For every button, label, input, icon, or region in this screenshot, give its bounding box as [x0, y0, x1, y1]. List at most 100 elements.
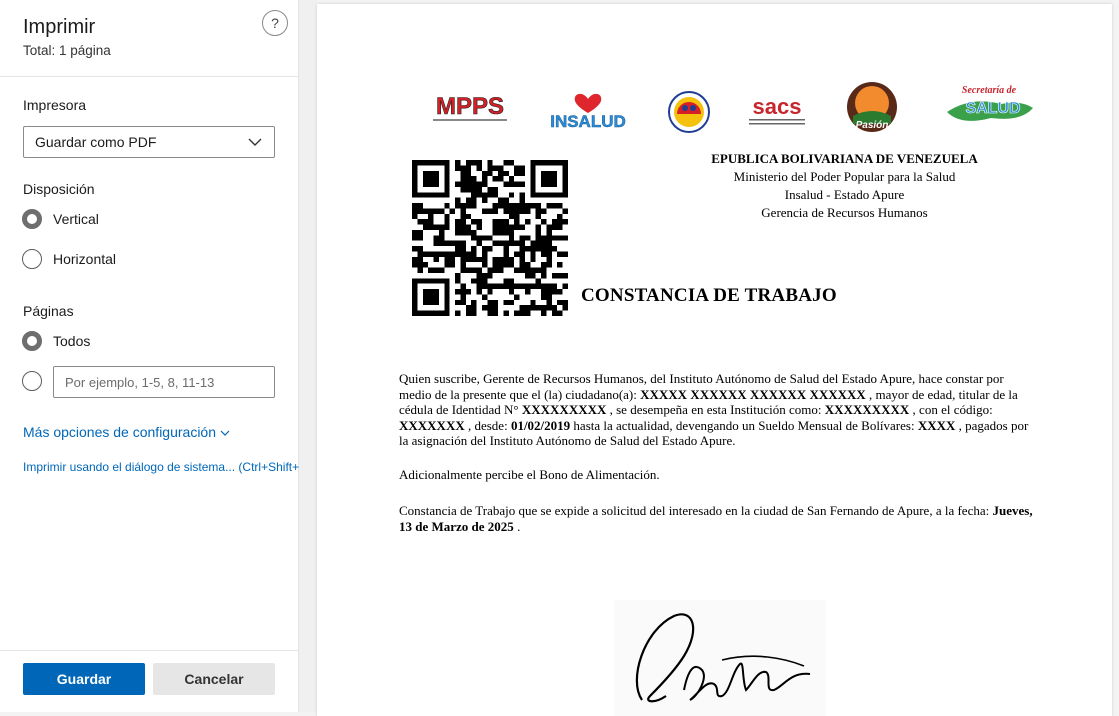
qr-module	[487, 299, 493, 306]
qr-module	[481, 272, 488, 279]
qr-module	[465, 229, 472, 236]
qr-module	[487, 246, 493, 252]
qr-module	[514, 310, 520, 316]
qr-module	[460, 256, 466, 263]
qr-module	[444, 278, 450, 284]
qr-module	[428, 160, 434, 166]
printer-select[interactable]: Guardar como PDF	[23, 126, 275, 158]
cancel-button[interactable]: Cancelar	[153, 663, 275, 695]
qr-module	[524, 267, 531, 273]
qr-module	[546, 262, 552, 268]
qr-module	[508, 283, 515, 290]
save-button[interactable]: Guardar	[23, 663, 145, 695]
qr-module	[417, 262, 423, 268]
qr-module	[487, 235, 493, 241]
qr-module	[438, 224, 445, 230]
qr-module	[428, 310, 434, 316]
qr-module	[465, 256, 472, 263]
qr-module	[460, 262, 466, 268]
qr-module	[471, 305, 477, 311]
qr-module	[546, 294, 552, 300]
printer-label: Impresora	[23, 97, 87, 113]
qr-module	[481, 283, 488, 290]
qr-module	[412, 299, 418, 306]
qr-module	[422, 262, 429, 268]
qr-module	[514, 283, 520, 290]
qr-module	[422, 294, 429, 300]
layout-horizontal-label: Horizontal	[53, 251, 117, 267]
qr-module	[492, 240, 499, 247]
qr-module	[535, 278, 542, 284]
qr-module	[444, 299, 450, 306]
qr-module	[417, 278, 423, 284]
qr-module	[546, 283, 552, 290]
qr-module	[471, 256, 477, 263]
qr-module	[412, 176, 418, 182]
qr-module	[519, 246, 525, 252]
qr-module	[412, 208, 418, 214]
qr-module	[541, 267, 547, 273]
qr-module	[557, 299, 563, 306]
qr-module	[417, 235, 423, 241]
qr-module	[492, 224, 499, 230]
qr-module	[444, 294, 450, 300]
qr-module	[562, 272, 568, 279]
qr-module	[546, 246, 552, 252]
qr-module	[487, 267, 493, 273]
qr-module	[444, 283, 450, 290]
qr-module	[530, 246, 536, 252]
qr-module	[417, 229, 423, 236]
qr-module	[444, 310, 450, 316]
qr-module	[465, 289, 472, 295]
qr-module	[433, 289, 439, 295]
qr-module	[433, 170, 439, 177]
qr-module	[498, 283, 504, 290]
qr-module	[546, 256, 552, 263]
qr-module	[438, 235, 445, 241]
qr-module	[541, 283, 547, 290]
qr-module	[428, 208, 434, 214]
pages-range-input[interactable]	[53, 366, 275, 398]
qr-module	[428, 219, 434, 225]
employee-code: XXXXXXX	[399, 417, 465, 433]
preview-gutter	[299, 0, 317, 712]
qr-module	[417, 310, 423, 316]
qr-module	[541, 305, 547, 311]
system-dialog-link[interactable]: Imprimir usando el diálogo de sistema...…	[23, 460, 299, 474]
qr-module	[535, 224, 542, 230]
qr-module	[412, 192, 418, 198]
qr-module	[444, 240, 450, 247]
qr-module	[551, 310, 558, 316]
qr-module	[492, 299, 499, 306]
qr-module	[551, 235, 558, 241]
p1-text: , se desempeña en esta Institución como:	[606, 402, 825, 417]
qr-module	[524, 305, 531, 311]
qr-module	[455, 299, 461, 306]
qr-module	[535, 267, 542, 273]
qr-module	[481, 262, 488, 268]
qr-module	[444, 289, 450, 295]
p3-text: Constancia de Trabajo que se expide a so…	[399, 503, 993, 518]
qr-module	[519, 267, 525, 273]
header-line-4: Gerencia de Recursos Humanos	[761, 205, 928, 220]
svg-text:MPPS: MPPS	[436, 93, 504, 120]
certificate-paragraph-1: Quien suscribe, Gerente de Recursos Huma…	[399, 371, 1039, 449]
more-settings-link[interactable]: Más opciones de configuración	[23, 424, 230, 440]
qr-module	[412, 289, 418, 295]
qr-module	[546, 240, 552, 247]
qr-module	[412, 165, 418, 171]
qr-module	[428, 192, 434, 198]
qr-module	[433, 278, 439, 284]
qr-module	[438, 160, 445, 166]
qr-module	[508, 235, 515, 241]
qr-module	[433, 299, 439, 306]
logo-strip: MPPS INSALUD sacs Pasión Secretaría de S…	[317, 80, 1112, 140]
pages-custom-option[interactable]	[22, 371, 44, 393]
qr-module	[498, 267, 504, 273]
qr-module	[422, 192, 429, 198]
qr-module	[460, 299, 466, 306]
layout-vertical-label: Vertical	[53, 211, 99, 227]
qr-module	[487, 272, 493, 279]
qr-module	[514, 267, 520, 273]
help-button[interactable]: ?	[262, 10, 288, 36]
